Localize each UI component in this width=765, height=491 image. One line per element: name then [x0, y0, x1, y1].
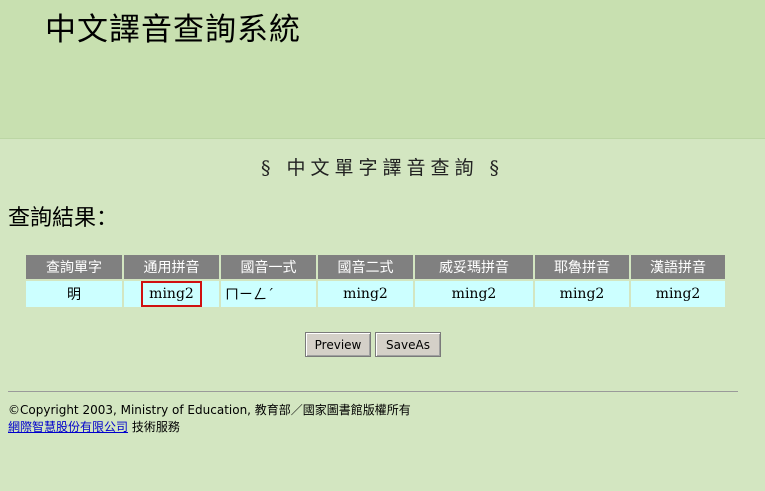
footer-divider: [8, 391, 738, 392]
header-banner: 中文譯音查詢系統: [0, 0, 765, 139]
cell-wade-giles: ming2: [415, 281, 533, 307]
column-header-wade-giles: 威妥瑪拼音: [415, 255, 533, 279]
result-heading: 查詢結果：: [8, 206, 119, 231]
results-table: 查詢單字 通用拼音 國音一式 國音二式 威妥瑪拼音 耶魯拼音 漢語拼音 明 mi…: [24, 253, 727, 309]
preview-button[interactable]: Preview: [305, 332, 371, 357]
table-row: 明 ming2 ㄇㄧㄥˊ ming2 ming2 ming2 ming2: [26, 281, 725, 307]
cell-hanyu: ming2: [631, 281, 725, 307]
footer: ©Copyright 2003, Ministry of Education, …: [8, 402, 411, 436]
service-text: 技術服務: [128, 420, 180, 434]
column-header-zhuyin-2: 國音二式: [318, 255, 413, 279]
cell-zhuyin-2: ming2: [318, 281, 413, 307]
service-line: 網際智慧股份有限公司 技術服務: [8, 419, 411, 436]
column-header-query-char: 查詢單字: [26, 255, 122, 279]
page-subtitle: § 中文單字譯音查詢 §: [260, 157, 505, 179]
copyright-text: ©Copyright 2003, Ministry of Education, …: [8, 403, 411, 417]
highlighted-tongyong-value: ming2: [141, 281, 202, 307]
cell-yale: ming2: [535, 281, 629, 307]
cell-zhuyin-1: ㄇㄧㄥˊ: [221, 281, 316, 307]
cell-tongyong: ming2: [124, 281, 219, 307]
company-link[interactable]: 網際智慧股份有限公司: [8, 420, 128, 434]
cell-query-char: 明: [26, 281, 122, 307]
column-header-yale: 耶魯拼音: [535, 255, 629, 279]
app-title: 中文譯音查詢系統: [45, 12, 301, 48]
column-header-tongyong: 通用拼音: [124, 255, 219, 279]
column-header-hanyu: 漢語拼音: [631, 255, 725, 279]
table-header-row: 查詢單字 通用拼音 國音一式 國音二式 威妥瑪拼音 耶魯拼音 漢語拼音: [26, 255, 725, 279]
column-header-zhuyin-1: 國音一式: [221, 255, 316, 279]
saveas-button[interactable]: SaveAs: [375, 332, 441, 357]
